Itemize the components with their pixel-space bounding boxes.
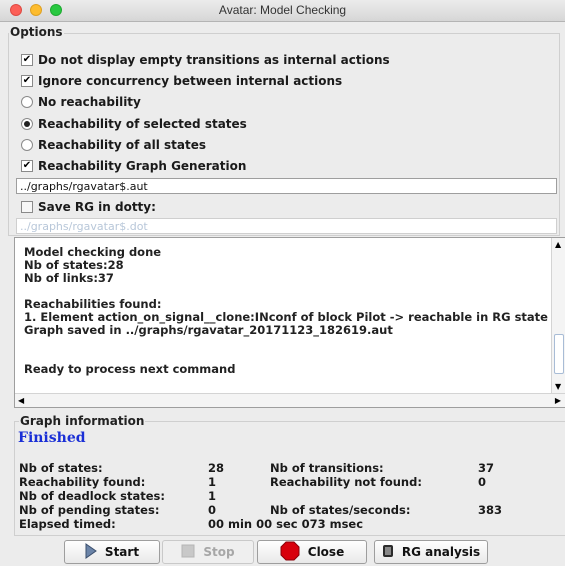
checkbox-icon[interactable]: ✔ (21, 75, 33, 87)
stop-label: Stop (203, 545, 235, 559)
opt-empty-transitions[interactable]: ✔ Do not display empty transitions as in… (21, 51, 390, 69)
opt-label: Reachability of all states (38, 138, 207, 152)
label-reachability-not-found: Reachability not found: (270, 475, 422, 489)
model-checking-window: Avatar: Model Checking Options ✔ Do not … (0, 0, 565, 566)
label-elapsed-time: Elapsed timed: (19, 517, 116, 531)
output-line: Ready to process next command (24, 362, 236, 376)
scroll-thumb[interactable] (554, 334, 564, 374)
value-elapsed-time: 00 min 00 sec 073 msec (208, 517, 364, 531)
graph-analysis-icon (382, 544, 394, 561)
opt-rg-generation[interactable]: ✔ Reachability Graph Generation (21, 157, 246, 175)
rg-analysis-button[interactable]: RG analysis (374, 540, 488, 564)
checkbox-icon[interactable]: ✔ (21, 160, 33, 172)
opt-ignore-concurrency[interactable]: ✔ Ignore concurrency between internal ac… (21, 72, 342, 90)
scroll-down-icon[interactable]: ▼ (555, 382, 561, 391)
stop-icon (181, 544, 195, 561)
opt-label: Ignore concurrency between internal acti… (38, 74, 343, 88)
opt-label: No reachability (38, 95, 141, 109)
label-pending-states: Nb of pending states: (19, 503, 160, 517)
radio-icon[interactable] (21, 96, 33, 108)
close-label: Close (307, 545, 345, 559)
close-button[interactable]: Close (257, 540, 367, 564)
dot-path-field: ../graphs/rgavatar$.dot (16, 218, 557, 234)
output-text-area[interactable]: Model checking done Nb of states:28 Nb of … (14, 237, 565, 408)
radio-no-reachability[interactable]: No reachability (21, 93, 141, 111)
scroll-left-icon[interactable]: ◀ (18, 396, 24, 405)
checkbox-icon[interactable] (21, 201, 33, 213)
label-states-per-second: Nb of states/seconds: (270, 503, 411, 517)
value-nb-states: 28 (208, 461, 225, 475)
stop-sign-icon (280, 541, 300, 564)
label-deadlock-states: Nb of deadlock states: (19, 489, 165, 503)
start-button[interactable]: Start (64, 540, 160, 564)
opt-label: Reachability Graph Generation (38, 159, 247, 173)
button-bar: Start Stop Close RG analysis (0, 536, 565, 566)
opt-label: Do not display empty transitions as inte… (38, 53, 390, 67)
start-label: Start (104, 545, 140, 559)
rg-path-field[interactable]: ../graphs/rgavatar$.aut (16, 178, 557, 194)
output-log: Model checking done Nb of states:28 Nb of … (24, 246, 565, 376)
vertical-scrollbar[interactable]: ▲ ▼ (551, 238, 565, 393)
radio-reachability-selected[interactable]: Reachability of selected states (21, 115, 247, 133)
rg-analysis-label: RG analysis (401, 545, 481, 559)
radio-reachability-all[interactable]: Reachability of all states (21, 136, 206, 154)
label-nb-transitions: Nb of transitions: (270, 461, 384, 475)
scroll-up-icon[interactable]: ▲ (555, 240, 561, 249)
label-nb-states: Nb of states: (19, 461, 103, 475)
stop-button: Stop (162, 540, 254, 564)
checkbox-icon[interactable]: ✔ (21, 54, 33, 66)
window-title: Avatar: Model Checking (218, 3, 347, 17)
opt-label: Save RG in dotty: (38, 200, 156, 214)
opt-save-dotty[interactable]: Save RG in dotty: (21, 198, 156, 216)
play-icon (85, 542, 97, 562)
output-line: Nb of links:37 (24, 271, 114, 285)
value-reachability-not-found: 0 (478, 475, 487, 489)
status-finished: Finished (18, 430, 86, 446)
value-nb-transitions: 37 (478, 461, 495, 475)
options-legend: Options (9, 25, 64, 39)
scroll-right-icon[interactable]: ▶ (555, 396, 561, 405)
value-pending-states: 0 (208, 503, 217, 517)
label-reachability-found: Reachability found: (19, 475, 146, 489)
opt-label: Reachability of selected states (38, 117, 247, 131)
value-deadlock-states: 1 (208, 489, 217, 503)
graph-info-legend: Graph information (19, 414, 146, 428)
value-states-per-second: 383 (478, 503, 503, 517)
horizontal-scrollbar[interactable]: ◀ ▶ (15, 393, 565, 407)
value-reachability-found: 1 (208, 475, 217, 489)
radio-icon[interactable] (21, 139, 33, 151)
output-line: Graph saved in ../graphs/rgavatar_201711… (24, 323, 393, 337)
radio-selected-icon[interactable] (21, 118, 33, 130)
title-bar: Avatar: Model Checking (0, 0, 565, 22)
